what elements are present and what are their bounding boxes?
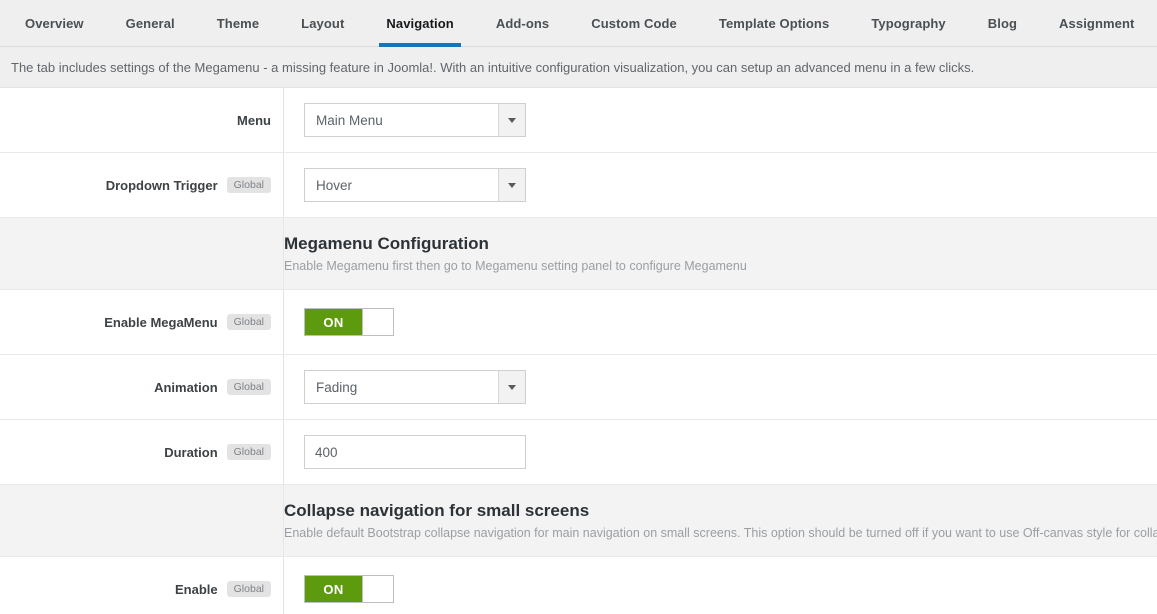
- tab-label: Add-ons: [496, 16, 549, 31]
- field-control-area: ON: [284, 290, 1157, 354]
- field-control-area: Fading: [284, 355, 1157, 419]
- field-label-area: Menu: [0, 88, 284, 152]
- tab-template-options[interactable]: Template Options: [698, 0, 850, 46]
- field-control-area: [284, 420, 1157, 484]
- section-title: Megamenu Configuration: [284, 234, 1157, 254]
- field-row-dropdown-trigger: Dropdown Trigger Global Hover: [0, 153, 1157, 218]
- tab-layout[interactable]: Layout: [280, 0, 365, 46]
- tab-label: Overview: [25, 16, 84, 31]
- tab-general[interactable]: General: [105, 0, 196, 46]
- section-spacer: [0, 485, 284, 556]
- field-label-area: Enable Global: [0, 557, 284, 614]
- tab-label: Typography: [871, 16, 945, 31]
- field-label-area: Duration Global: [0, 420, 284, 484]
- field-row-enable-megamenu: Enable MegaMenu Global ON: [0, 290, 1157, 355]
- field-label: Enable: [175, 582, 218, 597]
- section-title: Collapse navigation for small screens: [284, 501, 1157, 521]
- tab-label: Assignment: [1059, 16, 1134, 31]
- field-label: Animation: [154, 380, 218, 395]
- toggle-knob[interactable]: [362, 309, 393, 335]
- global-badge: Global: [227, 581, 271, 598]
- section-description: Enable Megamenu first then go to Megamen…: [284, 259, 1157, 273]
- field-row-enable-collapse: Enable Global ON: [0, 557, 1157, 614]
- tab-theme[interactable]: Theme: [196, 0, 280, 46]
- chevron-down-icon[interactable]: [498, 371, 525, 403]
- section-description: Enable default Bootstrap collapse naviga…: [284, 526, 1157, 540]
- animation-select-value: Fading: [305, 371, 498, 403]
- tab-navigation[interactable]: Navigation: [365, 0, 474, 46]
- dropdown-trigger-select[interactable]: Hover: [304, 168, 526, 202]
- section-spacer: [0, 218, 284, 289]
- field-label: Menu: [237, 113, 271, 128]
- tab-description-text: The tab includes settings of the Megamen…: [11, 60, 974, 75]
- field-row-animation: Animation Global Fading: [0, 355, 1157, 420]
- tab-assignment[interactable]: Assignment: [1038, 0, 1155, 46]
- tab-label: Template Options: [719, 16, 829, 31]
- field-label-area: Animation Global: [0, 355, 284, 419]
- field-control-area: Hover: [284, 153, 1157, 217]
- navigation-settings-form: Menu Main Menu Dropdown Trigger Global H…: [0, 88, 1157, 614]
- tab-label: Blog: [988, 16, 1017, 31]
- field-label-area: Enable MegaMenu Global: [0, 290, 284, 354]
- toggle-on-label: ON: [305, 576, 362, 602]
- tab-label: General: [126, 16, 175, 31]
- toggle-knob[interactable]: [362, 576, 393, 602]
- settings-tab-bar: Overview General Theme Layout Navigation…: [0, 0, 1157, 47]
- section-body: Megamenu Configuration Enable Megamenu f…: [284, 218, 1157, 289]
- section-megamenu-configuration: Megamenu Configuration Enable Megamenu f…: [0, 218, 1157, 290]
- toggle-on-label: ON: [305, 309, 362, 335]
- dropdown-trigger-select-value: Hover: [305, 169, 498, 201]
- menu-select-value: Main Menu: [305, 104, 498, 136]
- animation-select[interactable]: Fading: [304, 370, 526, 404]
- field-row-menu: Menu Main Menu: [0, 88, 1157, 153]
- enable-collapse-toggle[interactable]: ON: [304, 575, 394, 603]
- global-badge: Global: [227, 379, 271, 396]
- menu-select[interactable]: Main Menu: [304, 103, 526, 137]
- field-label: Duration: [164, 445, 217, 460]
- field-label: Dropdown Trigger: [106, 178, 218, 193]
- tab-add-ons[interactable]: Add-ons: [475, 0, 570, 46]
- enable-megamenu-toggle[interactable]: ON: [304, 308, 394, 336]
- field-row-duration: Duration Global: [0, 420, 1157, 485]
- tab-description-banner: The tab includes settings of the Megamen…: [0, 47, 1157, 88]
- field-label: Enable MegaMenu: [104, 315, 217, 330]
- chevron-down-icon[interactable]: [498, 169, 525, 201]
- tab-custom-code[interactable]: Custom Code: [570, 0, 698, 46]
- tab-typography[interactable]: Typography: [850, 0, 966, 46]
- tab-blog[interactable]: Blog: [967, 0, 1038, 46]
- global-badge: Global: [227, 177, 271, 194]
- tab-label: Navigation: [386, 16, 453, 31]
- global-badge: Global: [227, 444, 271, 461]
- tab-label: Layout: [301, 16, 344, 31]
- field-control-area: ON: [284, 557, 1157, 614]
- section-collapse-navigation: Collapse navigation for small screens En…: [0, 485, 1157, 557]
- duration-input[interactable]: [304, 435, 526, 469]
- tab-label: Custom Code: [591, 16, 677, 31]
- section-body: Collapse navigation for small screens En…: [284, 485, 1157, 556]
- tab-label: Theme: [217, 16, 259, 31]
- chevron-down-icon[interactable]: [498, 104, 525, 136]
- field-control-area: Main Menu: [284, 88, 1157, 152]
- global-badge: Global: [227, 314, 271, 331]
- field-label-area: Dropdown Trigger Global: [0, 153, 284, 217]
- tab-overview[interactable]: Overview: [4, 0, 105, 46]
